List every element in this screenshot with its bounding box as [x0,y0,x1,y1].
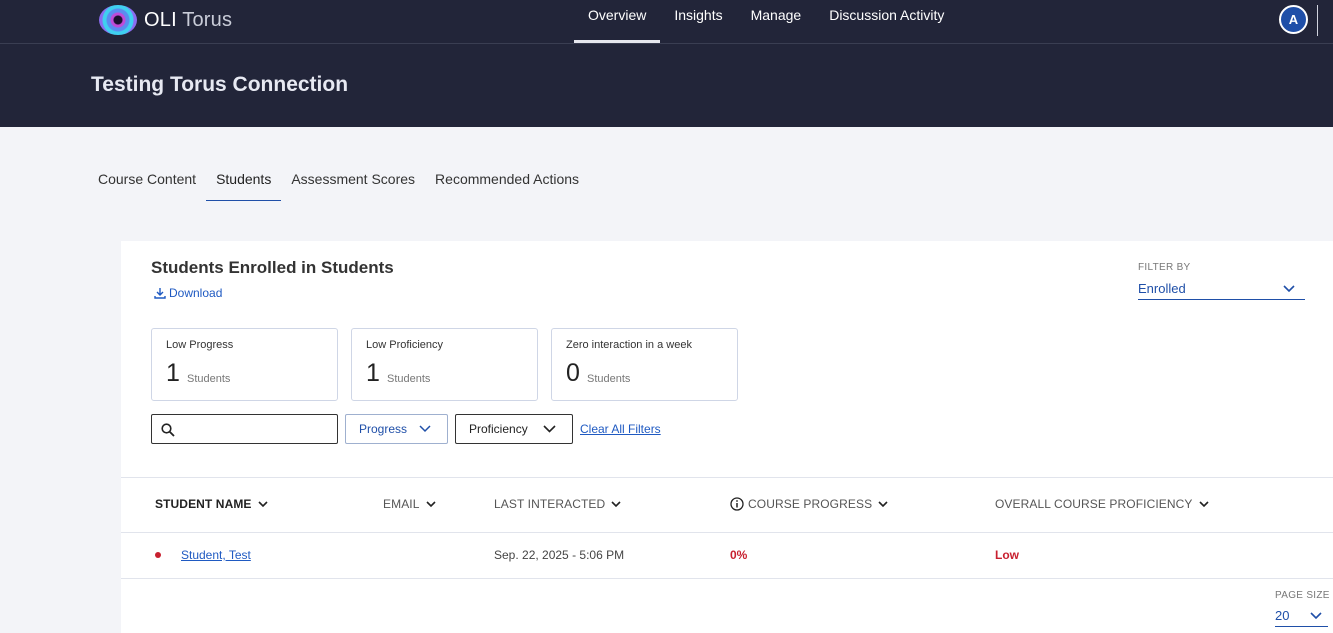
stat-value: 0 [566,359,580,387]
chevron-down-icon [257,501,268,508]
search-input[interactable] [182,420,332,438]
stat-value: 1 [366,359,380,387]
filter-by-select[interactable]: Enrolled [1138,281,1305,300]
logo-light: Torus [182,8,233,31]
stat-card-low-progress[interactable]: Low Progress 1 Students [151,328,338,401]
stat-cards: Low Progress 1 Students Low Proficiency … [151,328,751,401]
column-header-student-name[interactable]: STUDENT NAME [155,497,268,511]
nav-tab-insights[interactable]: Insights [660,0,736,43]
app-logo[interactable]: OLI Torus [99,5,232,35]
column-label: OVERALL COURSE PROFICIENCY [995,497,1193,511]
page-size-select[interactable]: 20 [1275,608,1328,627]
chevron-down-icon [611,501,621,508]
top-nav: OLI Torus Overview Insights Manage Discu… [0,0,1333,44]
tab-students[interactable]: Students [206,158,282,201]
nav-divider [1317,5,1318,36]
table-row: Student, Test Sep. 22, 2025 - 5:06 PM 0%… [121,533,1333,578]
chevron-down-icon [419,425,431,433]
progress-filter-dropdown[interactable]: Progress [345,414,448,444]
course-progress-value: 0% [730,548,748,562]
section-tabs: Course Content Students Assessment Score… [88,158,589,201]
torus-logo-icon [99,5,137,35]
column-label: LAST INTERACTED [494,497,606,511]
chevron-down-icon [425,501,436,508]
tab-assessment-scores[interactable]: Assessment Scores [281,158,425,201]
user-avatar[interactable]: A [1279,5,1308,34]
chevron-down-icon [1198,501,1209,508]
stat-label: Low Proficiency [366,339,444,351]
download-link[interactable]: Download [154,286,222,300]
progress-filter-label: Progress [359,422,408,436]
stat-unit: Students [387,373,431,385]
stat-value: 1 [166,359,180,387]
info-icon[interactable] [730,497,744,511]
column-header-email[interactable]: EMAIL [383,497,436,511]
table-divider [121,578,1333,579]
stat-unit: Students [187,373,231,385]
column-header-course-progress[interactable]: COURSE PROGRESS [730,497,888,511]
stat-unit: Students [587,373,631,385]
search-icon [161,423,175,437]
column-header-last-interacted[interactable]: LAST INTERACTED [494,497,621,511]
table-header-row: STUDENT NAME EMAIL LAST INTERACTED COURS… [121,478,1333,532]
nav-tab-manage[interactable]: Manage [737,0,816,43]
tab-recommended-actions[interactable]: Recommended Actions [425,158,589,201]
main-nav-tabs: Overview Insights Manage Discussion Acti… [574,0,958,43]
stat-card-zero-interaction[interactable]: Zero interaction in a week 0 Students [551,328,738,401]
download-label: Download [169,286,223,300]
student-name-link[interactable]: Student, Test [181,548,251,562]
logo-text: OLI Torus [144,9,232,32]
download-icon [154,288,166,299]
column-label: STUDENT NAME [155,497,252,511]
proficiency-value: Low [995,548,1019,562]
chevron-down-icon [543,425,556,433]
card-title: Students Enrolled in Students [151,258,394,277]
students-card: Students Enrolled in Students Download F… [121,241,1333,633]
chevron-down-icon [878,501,888,508]
clear-all-filters-link[interactable]: Clear All Filters [580,422,661,436]
page-title: Testing Torus Connection [91,73,349,96]
nav-tab-overview[interactable]: Overview [574,0,661,43]
chevron-down-icon [1310,612,1322,620]
proficiency-filter-dropdown[interactable]: Proficiency [455,414,573,444]
stat-label: Zero interaction in a week [566,339,692,351]
column-header-overall-proficiency[interactable]: OVERALL COURSE PROFICIENCY [995,497,1209,511]
status-dot-icon [155,552,161,558]
logo-bold: OLI [144,8,177,31]
last-interacted-value: Sep. 22, 2025 - 5:06 PM [494,548,625,562]
proficiency-filter-label: Proficiency [469,422,528,436]
nav-tab-discussion-activity[interactable]: Discussion Activity [815,0,958,43]
column-label: EMAIL [383,497,420,511]
chevron-down-icon [1283,285,1295,293]
search-box [151,414,338,444]
column-label: COURSE PROGRESS [748,497,873,511]
header-band: Testing Torus Connection [0,44,1333,127]
filter-by-label: FILTER BY [1138,262,1191,273]
stat-card-low-proficiency[interactable]: Low Proficiency 1 Students [351,328,538,401]
page-size-label: PAGE SIZE [1275,590,1330,601]
page-size-value: 20 [1275,608,1290,623]
filter-by-value: Enrolled [1138,281,1186,296]
tab-course-content[interactable]: Course Content [88,158,206,201]
stat-label: Low Progress [166,339,234,351]
